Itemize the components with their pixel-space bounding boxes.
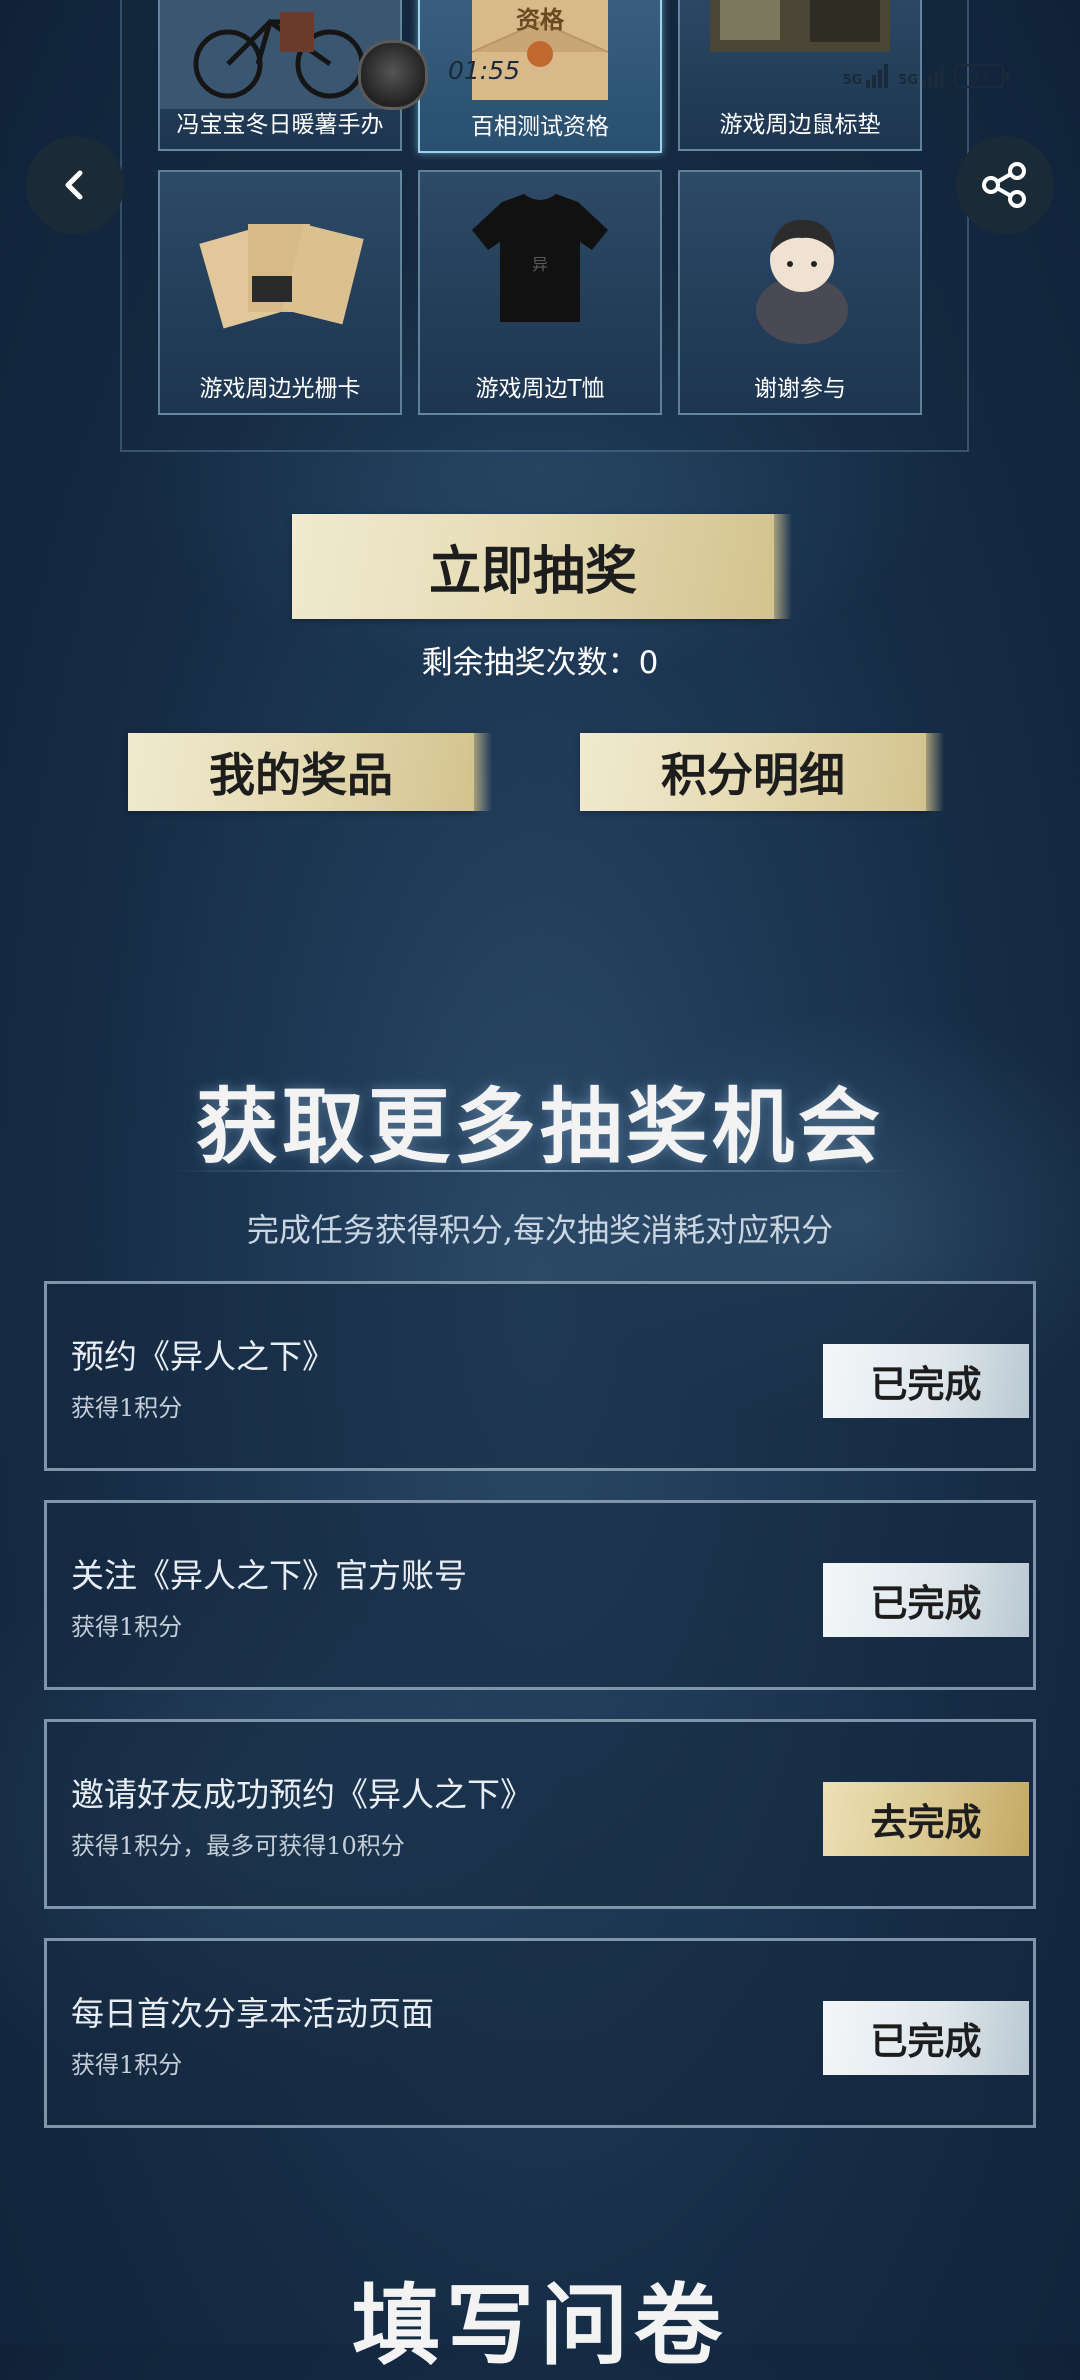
envelope-text: 资格: [516, 5, 564, 34]
draw-now-button[interactable]: 立即抽奖: [292, 514, 792, 619]
task-title: 预约《异人之下》: [71, 1337, 335, 1376]
chevron-left-icon: [65, 170, 83, 200]
task-reward: 获得1积分，最多可获得10积分: [71, 1832, 405, 1860]
task-reward: 获得1积分: [71, 1613, 183, 1641]
share-icon: [982, 162, 1026, 208]
signal-2-icon: 5G: [898, 64, 944, 88]
task-status-button[interactable]: 已完成: [823, 1344, 1029, 1418]
section-subtitle: 完成任务获得积分,每次抽奖消耗对应积分: [246, 1211, 834, 1249]
task-card: 关注《异人之下》官方账号 获得1积分 已完成: [44, 1500, 1036, 1690]
prize-label: 冯宝宝冬日暖薯手办: [176, 112, 384, 138]
battery-icon: 37: [954, 64, 1009, 88]
prize-label: 谢谢参与: [754, 376, 846, 402]
lenticular-cards-image: [160, 172, 400, 369]
network-type-2: 5G: [898, 73, 918, 88]
prize-card-tshirt: 异 游戏周边T恤: [418, 170, 662, 415]
signal-1-icon: 5G: [843, 64, 889, 88]
task-reward: 获得1积分: [71, 2051, 183, 2079]
prize-label: 游戏周边鼠标垫: [719, 112, 881, 138]
remaining-draws-text: 剩余抽奖次数：0: [421, 645, 659, 681]
status-indicators: 5G 5G 37: [843, 58, 1009, 88]
points-detail-button[interactable]: 积分明细: [580, 733, 944, 811]
prize-label: 游戏周边光栅卡: [199, 376, 361, 402]
section-divider: [170, 1170, 910, 1172]
task-title: 邀请好友成功预约《异人之下》: [71, 1775, 533, 1814]
task-status-button[interactable]: 已完成: [823, 2001, 1029, 2075]
network-type-1: 5G: [842, 73, 863, 88]
task-status-button[interactable]: 已完成: [823, 1563, 1029, 1637]
prize-card-lenticular-card: 游戏周边光栅卡: [158, 170, 402, 415]
prize-card-thanks: 谢谢参与: [678, 170, 922, 415]
questionnaire-title: 填写问卷: [351, 2273, 728, 2377]
task-title: 每日首次分享本活动页面: [71, 1994, 434, 2033]
status-time: 01:55: [448, 56, 521, 85]
notification-avatar-icon: [358, 40, 428, 110]
chibi-character-image: [680, 172, 920, 369]
task-card: 邀请好友成功预约《异人之下》 获得1积分，最多可获得10积分 去完成: [44, 1719, 1036, 1909]
svg-text:异: 异: [532, 255, 548, 274]
my-prizes-button[interactable]: 我的奖品: [128, 733, 492, 811]
task-card: 每日首次分享本活动页面 获得1积分 已完成: [44, 1938, 1036, 2128]
share-button[interactable]: [956, 136, 1054, 234]
task-reward: 获得1积分: [71, 1394, 183, 1422]
mousepad-image: [680, 0, 920, 105]
task-title: 关注《异人之下》官方账号: [71, 1556, 467, 1595]
go-complete-button[interactable]: 去完成: [823, 1782, 1029, 1856]
back-button[interactable]: [26, 136, 124, 234]
prize-label: 百相测试资格: [471, 114, 609, 140]
prize-label: 游戏周边T恤: [475, 376, 605, 402]
task-card: 预约《异人之下》 获得1积分 已完成: [44, 1281, 1036, 1471]
qualification-envelope-image: 资格: [420, 0, 660, 107]
tshirt-image: 异: [420, 172, 660, 369]
section-title: 获取更多抽奖机会: [195, 1079, 884, 1175]
